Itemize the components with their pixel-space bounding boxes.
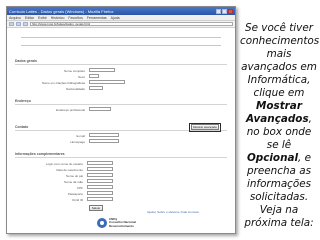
optional-input[interactable] xyxy=(87,167,113,171)
logo-text: CNPq Conselho Nacional Desenvolvimento xyxy=(109,217,137,228)
optional-input[interactable] xyxy=(87,179,113,183)
field-label: Nacionalidade xyxy=(65,87,85,91)
forward-icon[interactable] xyxy=(16,22,21,26)
browser-screenshot: Curriculo Lattes - Dados gerais (Windows… xyxy=(6,6,236,234)
full-name-input[interactable] xyxy=(89,68,115,72)
header-divider xyxy=(21,45,221,46)
back-icon[interactable] xyxy=(9,22,14,26)
menu-item[interactable]: Arquivo xyxy=(9,16,21,20)
window-title: Curriculo Lattes - Dados gerais (Windows… xyxy=(9,8,114,14)
instruction-emphasis: Mostrar Avançados xyxy=(246,100,309,125)
section-contact-title: Contato xyxy=(15,125,29,129)
address-bar[interactable]: http://www.cnpq.br/lattes/dados_gerais.h… xyxy=(30,22,233,26)
email-field[interactable] xyxy=(89,133,119,137)
homepage-field[interactable] xyxy=(89,139,119,143)
field-label: Nome completo xyxy=(63,69,85,73)
maximize-button[interactable] xyxy=(222,8,227,14)
menu-item[interactable]: Favoritos xyxy=(68,16,82,20)
footer-links[interactable]: Ajuda | Sobre o sistema | Fale conosco xyxy=(147,210,199,214)
menu-item[interactable]: Exibir xyxy=(38,16,47,20)
show-advanced-button[interactable]: Mostrar avançado xyxy=(191,124,219,130)
citation-name-input[interactable] xyxy=(89,80,125,84)
optional-input[interactable] xyxy=(87,191,113,195)
field-label: Nome em citações bibliográficas xyxy=(41,81,85,85)
title-bar: Curriculo Lattes - Dados gerais (Windows… xyxy=(7,7,235,15)
field-label: Orcid ID xyxy=(71,198,83,202)
menu-item[interactable]: Histórico xyxy=(51,16,65,20)
optional-input[interactable] xyxy=(87,161,113,165)
field-label: Sexo xyxy=(78,75,85,79)
menu-item[interactable]: Ferramentas xyxy=(87,16,107,20)
section-divider xyxy=(15,104,227,105)
nationality-select[interactable] xyxy=(89,86,103,90)
field-label: Data de nascimento xyxy=(56,168,83,172)
minimize-button[interactable] xyxy=(216,8,221,14)
section-other-title: Informações complementares xyxy=(15,152,65,156)
field-label: Passaporte xyxy=(67,192,83,196)
header-divider xyxy=(21,37,221,38)
form-page: Dados gerais Nome completo Sexo Nome em … xyxy=(7,29,235,233)
section-address-title: Endereço xyxy=(15,99,31,103)
section-divider xyxy=(15,64,227,65)
field-label: Homepage xyxy=(70,140,85,144)
menu-item[interactable]: Editar xyxy=(25,16,34,20)
section-general-title: Dados gerais xyxy=(15,59,37,63)
optional-input[interactable] xyxy=(87,173,113,177)
close-button[interactable] xyxy=(228,8,233,14)
field-label: Login com nome do usuário xyxy=(45,162,83,166)
field-label: CPF xyxy=(77,186,83,190)
page-header xyxy=(7,31,235,55)
field-label: Nome do pai xyxy=(65,174,83,178)
reload-icon[interactable] xyxy=(23,22,28,26)
gender-select[interactable] xyxy=(89,74,99,78)
field-label: Endereço profissional xyxy=(56,108,85,112)
address-select[interactable] xyxy=(89,107,111,111)
optional-input[interactable] xyxy=(87,197,113,201)
instruction-emphasis: Opcional xyxy=(246,152,299,164)
field-label: E-mail xyxy=(76,134,85,138)
instruction-callout: Se você tiver conhecimentos mais avançad… xyxy=(240,22,320,230)
optional-input[interactable] xyxy=(87,185,113,189)
section-divider xyxy=(15,157,227,158)
navigation-toolbar: http://www.cnpq.br/lattes/dados_gerais.h… xyxy=(7,21,235,28)
logo-icon xyxy=(97,218,107,228)
instruction-text: Se você tiver conhecimentos mais avançad… xyxy=(240,22,320,99)
cnpq-logo: CNPq Conselho Nacional Desenvolvimento xyxy=(97,216,137,232)
menu-item[interactable]: Ajuda xyxy=(111,16,120,20)
field-label: Nome da mãe xyxy=(64,180,83,184)
save-button[interactable]: Salvar xyxy=(89,205,103,211)
